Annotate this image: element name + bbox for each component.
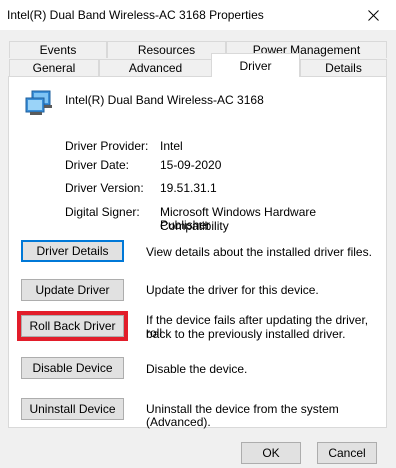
close-button[interactable] <box>350 0 396 30</box>
disable-device-button[interactable]: Disable Device <box>21 357 124 379</box>
close-icon <box>367 9 379 21</box>
roll-back-driver-description-line2: back to the previously installed driver. <box>146 327 346 341</box>
ok-button[interactable]: OK <box>241 442 301 464</box>
driver-date-value: 15-09-2020 <box>160 158 222 172</box>
tab-label: Advanced <box>128 61 183 75</box>
driver-provider-label: Driver Provider: <box>65 139 149 153</box>
uninstall-device-description: Uninstall the device from the system (Ad… <box>146 402 339 429</box>
tab-label: Driver <box>239 59 272 73</box>
title-bar: Intel(R) Dual Band Wireless-AC 3168 Prop… <box>0 0 396 30</box>
window-title: Intel(R) Dual Band Wireless-AC 3168 Prop… <box>7 8 264 22</box>
network-adapter-icon <box>25 90 52 115</box>
tab-driver[interactable]: Driver <box>211 53 300 77</box>
tab-label: General <box>32 61 76 75</box>
driver-date-label: Driver Date: <box>65 158 130 172</box>
digital-signer-label: Digital Signer: <box>65 205 140 219</box>
tab-details[interactable]: Details <box>300 59 387 76</box>
driver-details-description: View details about the installed driver … <box>146 245 372 259</box>
update-driver-description: Update the driver for this device. <box>146 283 319 297</box>
device-name: Intel(R) Dual Band Wireless-AC 3168 <box>65 93 264 107</box>
tab-label: Events <box>39 43 77 57</box>
driver-details-button[interactable]: Driver Details <box>21 240 124 262</box>
tab-resources[interactable]: Resources <box>107 41 226 58</box>
driver-version-label: Driver Version: <box>65 181 144 195</box>
tab-events[interactable]: Events <box>9 41 107 58</box>
digital-signer-value-line2: Publisher <box>160 218 211 232</box>
tab-label: Resources <box>137 43 196 57</box>
driver-tab-panel: Intel(R) Dual Band Wireless-AC 3168 Driv… <box>8 76 387 429</box>
disable-device-description: Disable the device. <box>146 362 248 376</box>
driver-version-value: 19.51.31.1 <box>160 181 217 195</box>
tab-general[interactable]: General <box>9 59 99 76</box>
update-driver-button[interactable]: Update Driver <box>21 279 124 301</box>
tab-advanced[interactable]: Advanced <box>99 59 212 76</box>
cancel-button[interactable]: Cancel <box>317 442 377 464</box>
uninstall-device-button[interactable]: Uninstall Device <box>21 398 124 420</box>
driver-provider-value: Intel <box>160 139 183 153</box>
tab-label: Details <box>325 61 362 75</box>
roll-back-driver-button[interactable]: Roll Back Driver <box>17 311 128 341</box>
